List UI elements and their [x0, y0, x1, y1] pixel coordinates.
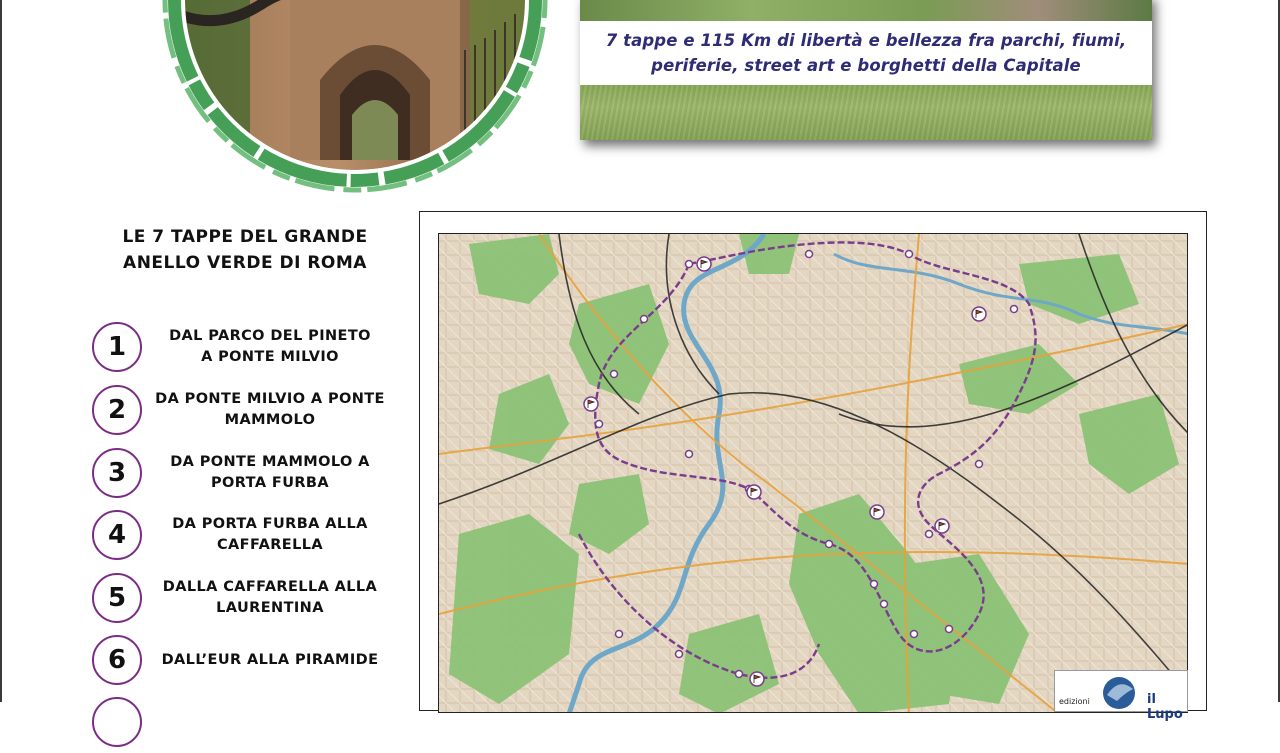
stage-label: DALLA CAFFARELLA ALLA LAURENTINA	[154, 573, 386, 623]
caption-line-2: periferie, street art e borghetti della …	[651, 56, 1081, 75]
stage-item-1: 1 DAL PARCO DEL PINETO A PONTE MILVIO	[92, 322, 392, 378]
stage-label-line-1: DA PORTA FURBA ALLA	[172, 516, 368, 532]
publisher-logo: edizioni il Lupo	[1054, 670, 1188, 722]
banner-caption: 7 tappe e 115 Km di libertà e bellezza f…	[580, 21, 1152, 85]
stages-title-line-2: ANELLO VERDE DI ROMA	[123, 253, 367, 273]
stage-number-badge: 6	[92, 635, 142, 685]
stage-number-badge	[92, 697, 142, 747]
publisher-name: il Lupo	[1147, 692, 1183, 722]
caption-line-1: 7 tappe e 115 Km di libertà e bellezza f…	[605, 31, 1127, 50]
stage-label-line-2: MAMMOLO	[224, 412, 316, 428]
map-graphic	[439, 234, 1187, 712]
stage-item-2: 2 DA PONTE MILVIO A PONTE MAMMOLO	[92, 385, 392, 441]
stage-number-badge: 3	[92, 448, 142, 498]
banner-photo: 7 tappe e 115 Km di libertà e bellezza f…	[580, 0, 1152, 140]
stage-label-line-1: DA PONTE MILVIO A PONTE	[155, 391, 385, 407]
archway-circle-photo	[162, 0, 548, 193]
stage-label-line-1: DA PONTE MAMMOLO A	[170, 454, 370, 470]
stage-label: DALL’EUR ALLA PIRAMIDE	[154, 635, 386, 685]
stage-item-4: 4 DA PORTA FURBA ALLA CAFFARELLA	[92, 510, 392, 566]
stage-label: DAL PARCO DEL PINETO A PONTE MILVIO	[154, 322, 386, 372]
stages-title: LE 7 TAPPE DEL GRANDE ANELLO VERDE DI RO…	[90, 224, 400, 276]
stage-label-line-1: DALL’EUR ALLA PIRAMIDE	[161, 651, 379, 668]
rome-route-map	[438, 233, 1188, 713]
stage-item-6: 6 DALL’EUR ALLA PIRAMIDE	[92, 635, 392, 691]
stage-label-line-1: DAL PARCO DEL PINETO	[169, 328, 371, 344]
stage-number-badge: 4	[92, 510, 142, 560]
banner-grass-bottom	[580, 85, 1152, 140]
stage-label-line-2: PORTA FURBA	[210, 475, 330, 491]
stages-title-line-1: LE 7 TAPPE DEL GRANDE	[122, 227, 368, 247]
stage-number-badge: 5	[92, 573, 142, 623]
stage-item-7-partial	[92, 697, 392, 753]
stage-label-line-2: LAURENTINA	[216, 600, 324, 616]
stage-label-line-2: A PONTE MILVIO	[201, 349, 339, 365]
stage-label-line-1: DALLA CAFFARELLA ALLA	[162, 579, 378, 595]
stage-label-line-2: CAFFARELLA	[216, 537, 323, 553]
stage-label: DA PORTA FURBA ALLA CAFFARELLA	[154, 510, 386, 560]
publisher-logo-icon	[1103, 677, 1135, 709]
stage-label: DA PONTE MILVIO A PONTE MAMMOLO	[150, 385, 390, 435]
stage-item-3: 3 DA PONTE MAMMOLO A PORTA FURBA	[92, 448, 392, 504]
stage-number-badge: 1	[92, 322, 142, 372]
stage-number-badge: 2	[92, 385, 142, 435]
stage-item-5: 5 DALLA CAFFARELLA ALLA LAURENTINA	[92, 573, 392, 629]
page-border-left	[0, 0, 2, 702]
stage-label: DA PONTE MAMMOLO A PORTA FURBA	[154, 448, 386, 498]
